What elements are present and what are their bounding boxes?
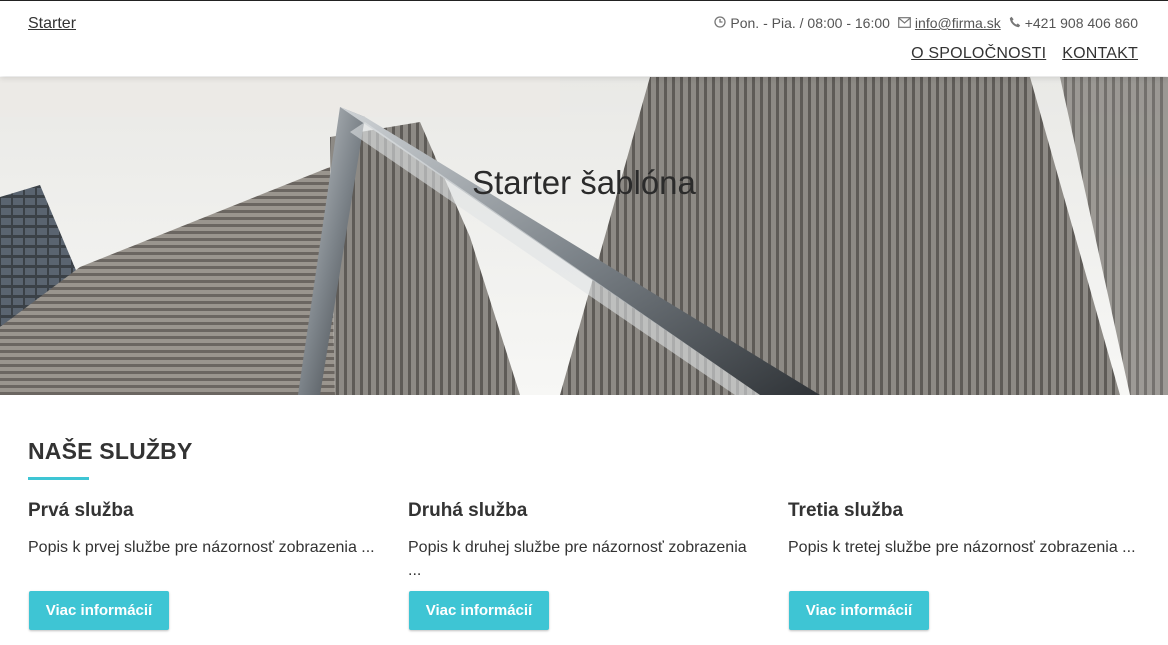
site-header: Starter Pon. - Pia. / 08:00 - 16:00 info… (0, 0, 1168, 76)
service-card-3: Tretia služba Popis k tretej službe pre … (788, 500, 1138, 559)
services-heading: NAŠE SLUŽBY (28, 438, 193, 464)
envelope-icon (898, 15, 911, 31)
service-title: Druhá služba (408, 500, 528, 521)
service-card-2: Druhá služba Popis k druhej službe pre n… (408, 500, 758, 582)
service-title: Prvá služba (28, 500, 134, 521)
email-item: info@firma.sk (898, 15, 1001, 31)
brand-link[interactable]: Starter (28, 15, 76, 33)
hours-item: Pon. - Pia. / 08:00 - 16:00 (714, 15, 890, 31)
nav-contact-link[interactable]: KONTAKT (1062, 45, 1138, 63)
phone-item: +421 908 406 860 (1009, 15, 1138, 31)
nav-about-link[interactable]: O SPOLOČNOSTI (911, 45, 1046, 63)
more-info-button-2[interactable]: Viac informácií (409, 591, 549, 630)
more-info-button-1[interactable]: Viac informácií (29, 591, 169, 630)
service-card-1: Prvá služba Popis k prvej službe pre náz… (28, 500, 378, 559)
heading-underline (28, 477, 89, 480)
service-description: Popis k druhej službe pre názornosť zobr… (408, 539, 747, 579)
phone-icon (1009, 15, 1021, 31)
contact-bar: Pon. - Pia. / 08:00 - 16:00 info@firma.s… (706, 15, 1138, 31)
opening-hours: Pon. - Pia. / 08:00 - 16:00 (730, 15, 890, 31)
service-description: Popis k prvej službe pre názornosť zobra… (28, 539, 375, 556)
skyscraper-image (0, 77, 1168, 395)
phone-number: +421 908 406 860 (1024, 15, 1138, 31)
main-nav: O SPOLOČNOSTI KONTAKT (911, 45, 1138, 63)
hero-title: Starter šablóna (472, 164, 696, 201)
more-info-button-3[interactable]: Viac informácií (789, 591, 929, 630)
clock-icon (714, 15, 727, 31)
service-description: Popis k tretej službe pre názornosť zobr… (788, 539, 1136, 556)
email-link[interactable]: info@firma.sk (915, 15, 1001, 31)
service-title: Tretia služba (788, 500, 904, 521)
hero-banner: Starter šablóna (0, 77, 1168, 395)
